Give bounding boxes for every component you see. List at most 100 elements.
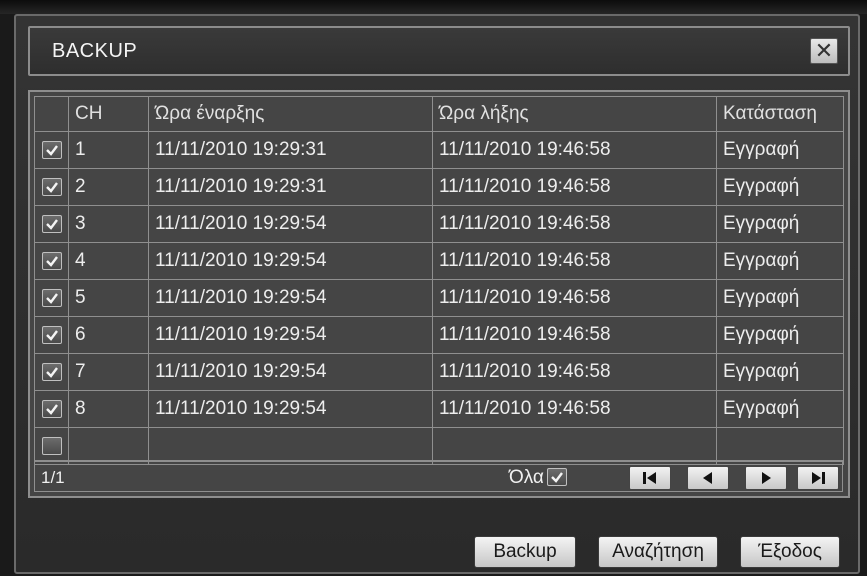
row-select-cell [34, 131, 69, 169]
status-cell: Εγγραφή [716, 131, 844, 169]
checkmark-icon [551, 472, 563, 483]
channel-cell [68, 427, 149, 465]
start-time-cell: 11/11/2010 19:29:31 [148, 168, 433, 206]
end-time-cell: 11/11/2010 19:46:58 [432, 390, 717, 428]
start-time-cell: 11/11/2010 19:29:54 [148, 279, 433, 317]
table-row[interactable]: 4 11/11/2010 19:29:54 11/11/2010 19:46:58 Ε… [34, 242, 844, 280]
checkmark-icon [45, 367, 58, 378]
top-strip [0, 0, 867, 14]
channel-cell: 1 [68, 131, 149, 169]
start-time-cell: 11/11/2010 19:29:31 [148, 131, 433, 169]
start-time-cell: 11/11/2010 19:29:54 [148, 316, 433, 354]
status-cell: Εγγραφή [716, 242, 844, 280]
status-cell: Εγγραφή [716, 316, 844, 354]
header-end-time: Ώρα λήξης [432, 96, 717, 132]
search-button[interactable]: Αναζήτηση [598, 536, 718, 568]
status-cell: Εγγραφή [716, 168, 844, 206]
checkmark-icon [45, 182, 58, 193]
row-checkbox[interactable] [41, 436, 62, 455]
row-select-cell [34, 242, 69, 280]
header-start-time: Ώρα έναρξης [148, 96, 433, 132]
channel-cell: 3 [68, 205, 149, 243]
status-cell [716, 427, 844, 465]
previous-page-icon [703, 472, 712, 484]
previous-page-button[interactable] [687, 466, 729, 490]
status-cell: Εγγραφή [716, 390, 844, 428]
end-time-cell: 11/11/2010 19:46:58 [432, 168, 717, 206]
dialog-title: BACKUP [52, 40, 138, 62]
table-row[interactable]: 6 11/11/2010 19:29:54 11/11/2010 19:46:58 Ε… [34, 316, 844, 354]
header-ch: CH [68, 96, 149, 132]
checkmark-icon [45, 256, 58, 267]
status-cell: Εγγραφή [716, 205, 844, 243]
channel-cell: 7 [68, 353, 149, 391]
channel-cell: 8 [68, 390, 149, 428]
select-all-label: Όλα [509, 467, 544, 488]
table-row[interactable]: 2 11/11/2010 19:29:31 11/11/2010 19:46:58 Ε… [34, 168, 844, 206]
end-time-cell [432, 427, 717, 465]
backup-list-panel: CH Ώρα έναρξης Ώρα λήξης Κατάσταση 1 11/1… [28, 90, 850, 498]
checkmark-icon [45, 404, 58, 415]
start-time-cell: 11/11/2010 19:29:54 [148, 242, 433, 280]
checkmark-icon [45, 293, 58, 304]
header-select-cell [34, 96, 69, 132]
row-checkbox[interactable] [41, 288, 62, 307]
channel-cell: 5 [68, 279, 149, 317]
row-checkbox[interactable] [41, 140, 62, 159]
status-cell: Εγγραφή [716, 279, 844, 317]
backup-table: CH Ώρα έναρξης Ώρα λήξης Κατάσταση 1 11/1… [34, 96, 844, 465]
row-checkbox[interactable] [41, 399, 62, 418]
select-all-checkbox[interactable] [547, 468, 567, 486]
row-checkbox[interactable] [41, 362, 62, 381]
last-page-icon [812, 472, 825, 484]
backup-button[interactable]: Backup [474, 536, 576, 568]
end-time-cell: 11/11/2010 19:46:58 [432, 316, 717, 354]
row-checkbox[interactable] [41, 325, 62, 344]
row-select-cell [34, 316, 69, 354]
table-row[interactable]: 8 11/11/2010 19:29:54 11/11/2010 19:46:58 Ε… [34, 390, 844, 428]
row-select-cell [34, 205, 69, 243]
status-cell: Εγγραφή [716, 353, 844, 391]
end-time-cell: 11/11/2010 19:46:58 [432, 131, 717, 169]
page-indicator: 1/1 [41, 468, 65, 487]
checkmark-icon [45, 330, 58, 341]
row-checkbox[interactable] [41, 177, 62, 196]
last-page-button[interactable] [797, 466, 839, 490]
end-time-cell: 11/11/2010 19:46:58 [432, 353, 717, 391]
table-row[interactable]: 7 11/11/2010 19:29:54 11/11/2010 19:46:58 Ε… [34, 353, 844, 391]
channel-cell: 2 [68, 168, 149, 206]
table-header-row: CH Ώρα έναρξης Ώρα λήξης Κατάσταση [34, 96, 844, 132]
start-time-cell: 11/11/2010 19:29:54 [148, 353, 433, 391]
end-time-cell: 11/11/2010 19:46:58 [432, 279, 717, 317]
row-select-cell [34, 390, 69, 428]
row-checkbox[interactable] [41, 214, 62, 233]
checkmark-icon [45, 145, 58, 156]
table-row[interactable]: 3 11/11/2010 19:29:54 11/11/2010 19:46:58 Ε… [34, 205, 844, 243]
channel-cell: 6 [68, 316, 149, 354]
table-row[interactable]: 1 11/11/2010 19:29:31 11/11/2010 19:46:58 Ε… [34, 131, 844, 169]
start-time-cell: 11/11/2010 19:29:54 [148, 205, 433, 243]
row-select-cell [34, 427, 69, 465]
start-time-cell [148, 427, 433, 465]
channel-cell: 4 [68, 242, 149, 280]
row-checkbox[interactable] [41, 251, 62, 270]
end-time-cell: 11/11/2010 19:46:58 [432, 205, 717, 243]
start-time-cell: 11/11/2010 19:29:54 [148, 390, 433, 428]
end-time-cell: 11/11/2010 19:46:58 [432, 242, 717, 280]
close-button[interactable]: ✕ [810, 38, 838, 64]
header-status: Κατάσταση [716, 96, 844, 132]
row-select-cell [34, 353, 69, 391]
table-row[interactable]: 5 11/11/2010 19:29:54 11/11/2010 19:46:58 Ε… [34, 279, 844, 317]
table-row[interactable] [34, 427, 844, 465]
first-page-icon [643, 472, 656, 484]
next-page-button[interactable] [745, 466, 787, 490]
row-select-cell [34, 279, 69, 317]
backup-dialog: BACKUP ✕ CH Ώρα έναρξης Ώρα λήξης Κατάστ… [14, 14, 860, 574]
close-icon: ✕ [814, 38, 834, 63]
first-page-button[interactable] [629, 466, 671, 490]
exit-button[interactable]: Έξοδος [740, 536, 840, 568]
pager-bar: 1/1 Όλα [34, 460, 843, 492]
title-bar: BACKUP ✕ [28, 26, 850, 76]
next-page-icon [762, 472, 771, 484]
row-select-cell [34, 168, 69, 206]
